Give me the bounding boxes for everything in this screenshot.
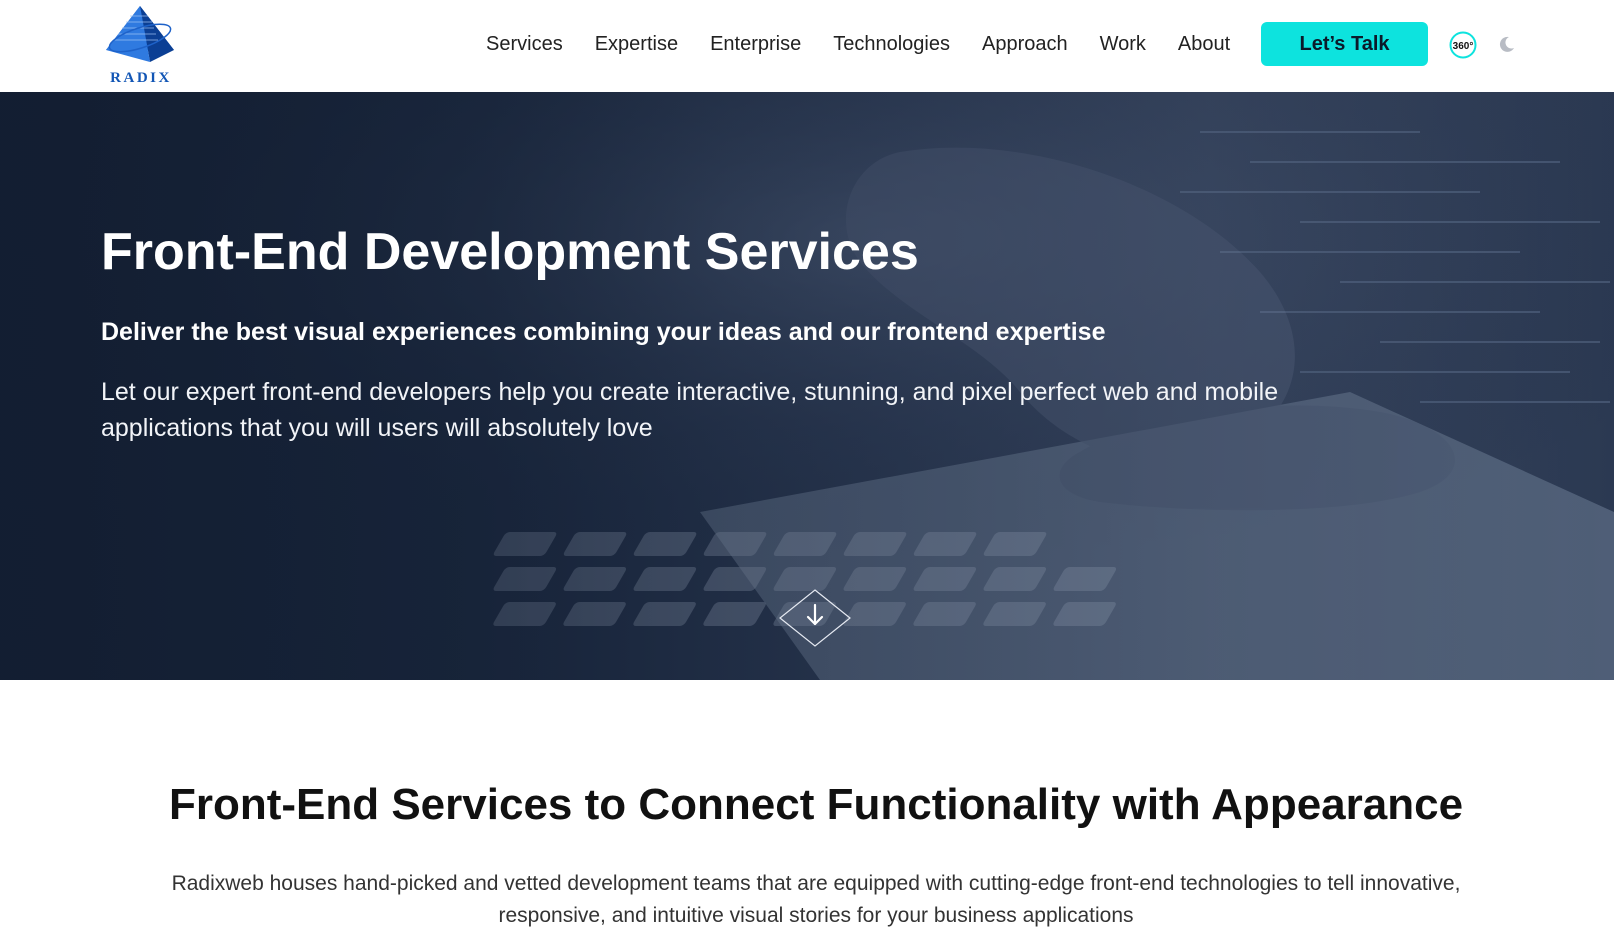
pyramid-logo-icon: [106, 6, 174, 62]
radix-logo[interactable]: RADIX: [100, 4, 182, 88]
hero-description: Let our expert front-end developers help…: [101, 378, 1279, 442]
arrow-down-icon: [779, 589, 851, 647]
section-description: Radixweb houses hand-picked and vetted d…: [171, 872, 1461, 927]
hero-subtitle: Deliver the best visual experiences comb…: [101, 318, 1106, 346]
view-360-label: 360°: [1453, 41, 1474, 52]
nav-item-enterprise[interactable]: Enterprise: [710, 33, 801, 56]
section-title: Front-End Services to Connect Functional…: [168, 780, 1464, 829]
nav-item-approach[interactable]: Approach: [982, 33, 1068, 56]
hero-title: Front-End Development Services: [101, 223, 919, 281]
nav-item-work[interactable]: Work: [1100, 33, 1146, 56]
dark-mode-moon-icon[interactable]: [1498, 35, 1516, 53]
nav-item-about[interactable]: About: [1178, 33, 1230, 56]
main-nav: Services Expertise Enterprise Technologi…: [486, 22, 1230, 66]
logo-text: RADIX: [110, 70, 172, 86]
hero-section: Front-End Development Services Deliver t…: [0, 92, 1614, 680]
lets-talk-button[interactable]: Let’s Talk: [1261, 22, 1428, 66]
nav-item-expertise[interactable]: Expertise: [595, 33, 678, 56]
nav-item-technologies[interactable]: Technologies: [833, 33, 950, 56]
site-header: RADIX Services Expertise Enterprise Tech…: [0, 0, 1614, 92]
scroll-down-button[interactable]: [778, 588, 852, 648]
nav-item-services[interactable]: Services: [486, 33, 563, 56]
view-360-icon[interactable]: 360°: [1448, 30, 1478, 60]
